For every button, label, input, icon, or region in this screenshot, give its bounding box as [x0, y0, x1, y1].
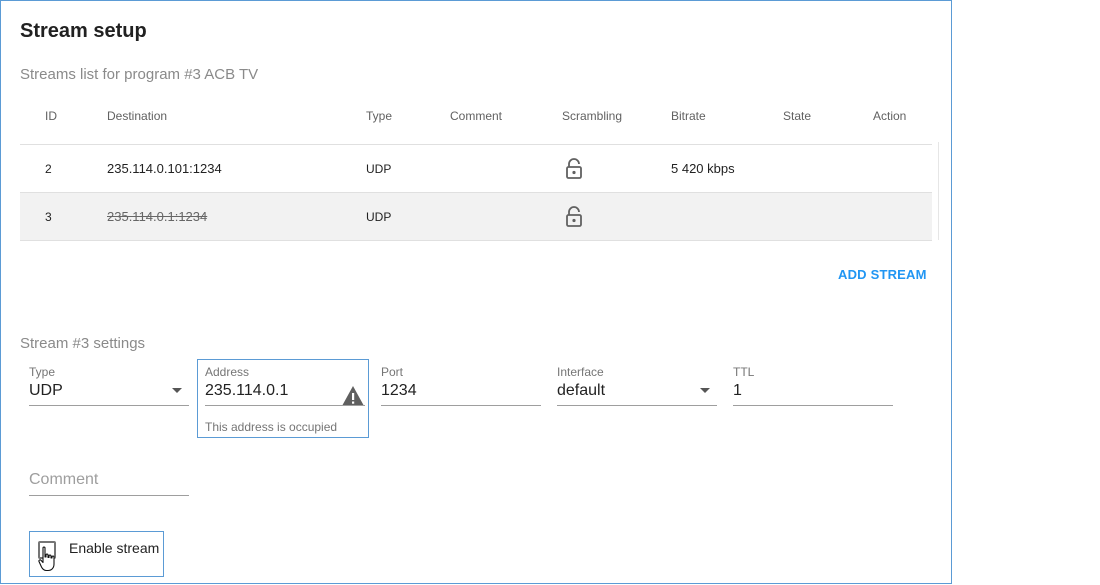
- type-label: Type: [29, 365, 56, 379]
- row-bitrate: 5 420 kbps: [671, 161, 735, 176]
- add-stream-button[interactable]: ADD STREAM: [838, 267, 927, 282]
- address-label: Address: [205, 365, 250, 379]
- port-label: Port: [381, 365, 404, 379]
- row-id: 2: [45, 161, 52, 176]
- table-row[interactable]: 3 235.114.0.1:1234 UDP: [20, 193, 932, 241]
- type-select[interactable]: Type UDP: [29, 365, 189, 413]
- streams-table: ID Destination Type Comment Scrambling B…: [20, 97, 932, 241]
- header-action: Action: [873, 109, 907, 123]
- hand-cursor-icon: [38, 546, 55, 572]
- row-type: UDP: [366, 161, 392, 176]
- interface-select[interactable]: Interface default: [557, 365, 717, 413]
- address-value[interactable]: 235.114.0.1: [205, 382, 288, 400]
- table-scrollbar[interactable]: [938, 142, 949, 240]
- header-destination[interactable]: Destination: [107, 97, 167, 144]
- lock-open-icon: [566, 157, 582, 179]
- header-scrambling[interactable]: Scrambling: [562, 97, 622, 144]
- header-type[interactable]: Type: [366, 97, 392, 144]
- header-state[interactable]: State: [783, 97, 811, 144]
- address-underline: [205, 405, 365, 406]
- comment-placeholder: Comment: [29, 471, 99, 488]
- row-id: 3: [45, 209, 52, 224]
- enable-stream-label: Enable stream: [69, 540, 160, 556]
- table-row[interactable]: 2 235.114.0.101:1234 UDP 5 420 kbps: [20, 145, 932, 193]
- port-value[interactable]: 1234: [381, 382, 417, 400]
- type-value: UDP: [29, 382, 63, 399]
- interface-value: default: [557, 382, 606, 399]
- port-field[interactable]: Port 1234: [381, 365, 541, 413]
- lock-open-icon: [566, 205, 582, 227]
- enable-stream-toggle[interactable]: Enable stream: [29, 531, 164, 577]
- row-destination: 235.114.0.1:1234: [107, 209, 208, 224]
- streams-list-subtitle: Streams list for program #3 ACB TV: [20, 66, 259, 83]
- chevron-down-icon: [700, 388, 710, 393]
- header-comment[interactable]: Comment: [450, 97, 502, 144]
- ttl-underline: [733, 405, 893, 406]
- stream-setup-panel: Stream setup Streams list for program #3…: [0, 0, 952, 584]
- address-field[interactable]: Address 235.114.0.1 This address is occu…: [205, 365, 365, 435]
- warning-icon: [342, 386, 364, 406]
- header-bitrate[interactable]: Bitrate: [671, 97, 706, 144]
- interface-underline: [557, 405, 717, 406]
- ttl-field[interactable]: TTL 1: [733, 365, 893, 413]
- comment-underline: [29, 495, 189, 496]
- port-underline: [381, 405, 541, 406]
- ttl-label: TTL: [733, 365, 755, 379]
- interface-label: Interface: [557, 365, 604, 379]
- row-type: UDP: [366, 209, 392, 224]
- ttl-value[interactable]: 1: [733, 382, 742, 400]
- chevron-down-icon: [172, 388, 182, 393]
- type-underline: [29, 405, 189, 406]
- page-title: Stream setup: [20, 20, 147, 42]
- row-scrambling: [562, 145, 584, 192]
- settings-title: Stream #3 settings: [20, 335, 146, 352]
- row-destination: 235.114.0.101:1234: [107, 161, 222, 176]
- row-scrambling: [562, 193, 584, 240]
- table-header: ID Destination Type Comment Scrambling B…: [20, 97, 932, 145]
- address-helper-text: This address is occupied: [205, 420, 338, 434]
- comment-field[interactable]: Comment: [29, 471, 189, 499]
- header-id[interactable]: ID: [45, 97, 57, 144]
